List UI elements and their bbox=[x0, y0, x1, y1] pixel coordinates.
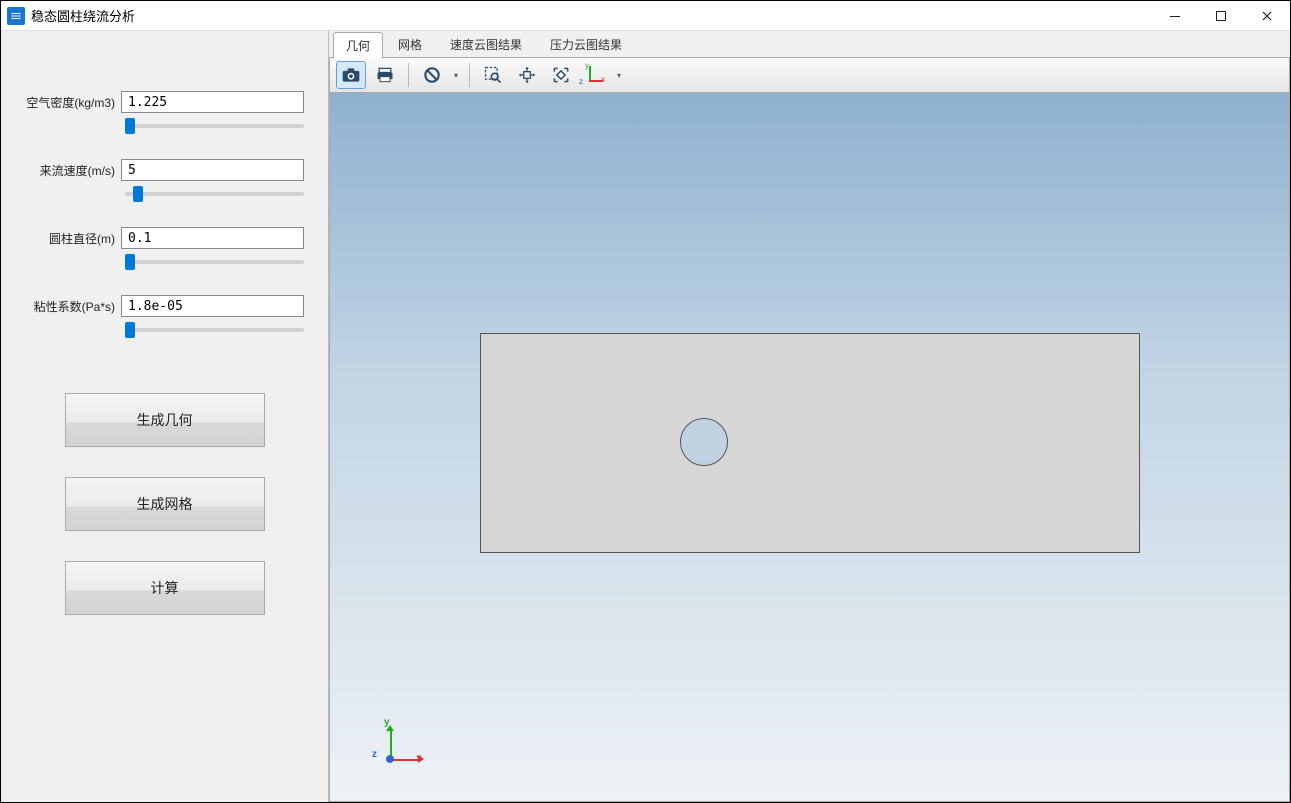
print-button[interactable] bbox=[370, 61, 400, 89]
generate-mesh-button[interactable]: 生成网格 bbox=[65, 477, 265, 531]
axis-x-label: x bbox=[416, 753, 422, 764]
fit-view-button[interactable] bbox=[546, 61, 576, 89]
generate-geometry-button[interactable]: 生成几何 bbox=[65, 393, 265, 447]
viscosity-label: 粘性系数(Pa*s) bbox=[25, 298, 121, 315]
viscosity-slider[interactable] bbox=[125, 328, 304, 332]
compute-button[interactable]: 计算 bbox=[65, 561, 265, 615]
prohibit-dropdown[interactable]: ▾ bbox=[451, 61, 461, 89]
window-title: 稳态圆柱绕流分析 bbox=[31, 6, 135, 25]
diameter-label: 圆柱直径(m) bbox=[25, 230, 121, 247]
axis-widget: x y z bbox=[380, 721, 430, 771]
prohibit-button[interactable] bbox=[417, 61, 447, 89]
axis-triad-icon: x y z bbox=[583, 63, 607, 87]
toolbar-separator bbox=[469, 63, 470, 87]
param-row-diameter: 圆柱直径(m) bbox=[25, 227, 304, 249]
velocity-label: 来流速度(m/s) bbox=[25, 162, 121, 179]
axis-z-label: z bbox=[372, 749, 377, 760]
pan-button[interactable] bbox=[512, 61, 542, 89]
viscosity-input[interactable] bbox=[121, 295, 304, 317]
domain-rectangle bbox=[480, 333, 1140, 553]
density-label: 空气密度(kg/m3) bbox=[25, 94, 121, 111]
density-input[interactable] bbox=[121, 91, 304, 113]
tab-geometry[interactable]: 几何 bbox=[333, 32, 383, 58]
titlebar: 稳态圆柱绕流分析 bbox=[1, 1, 1290, 31]
tab-mesh[interactable]: 网格 bbox=[385, 31, 435, 57]
axis-view-dropdown[interactable]: ▾ bbox=[614, 61, 624, 89]
axis-view-button[interactable]: x y z bbox=[580, 61, 610, 89]
toolbar: ▾ x y z ▾ bbox=[329, 57, 1290, 93]
camera-button[interactable] bbox=[336, 61, 366, 89]
density-slider[interactable] bbox=[125, 124, 304, 128]
toolbar-separator bbox=[408, 63, 409, 87]
cylinder-circle bbox=[680, 418, 728, 466]
param-row-velocity: 来流速度(m/s) bbox=[25, 159, 304, 181]
sidebar: 空气密度(kg/m3) 来流速度(m/s) 圆柱直径(m) 粘性系数(Pa*s) bbox=[1, 31, 329, 802]
close-button[interactable] bbox=[1244, 1, 1290, 31]
diameter-input[interactable] bbox=[121, 227, 304, 249]
axis-y-label: y bbox=[384, 717, 390, 728]
tabs: 几何 网格 速度云图结果 压力云图结果 bbox=[329, 31, 1290, 57]
main-panel: 几何 网格 速度云图结果 压力云图结果 ▾ bbox=[329, 31, 1290, 802]
param-row-viscosity: 粘性系数(Pa*s) bbox=[25, 295, 304, 317]
velocity-input[interactable] bbox=[121, 159, 304, 181]
diameter-slider[interactable] bbox=[125, 260, 304, 264]
maximize-button[interactable] bbox=[1198, 1, 1244, 31]
tab-pressure-result[interactable]: 压力云图结果 bbox=[537, 31, 635, 57]
viewport[interactable]: x y z bbox=[329, 93, 1290, 802]
app-icon bbox=[7, 7, 25, 25]
param-row-density: 空气密度(kg/m3) bbox=[25, 91, 304, 113]
velocity-slider[interactable] bbox=[125, 192, 304, 196]
zoom-area-button[interactable] bbox=[478, 61, 508, 89]
minimize-button[interactable] bbox=[1152, 1, 1198, 31]
tab-velocity-result[interactable]: 速度云图结果 bbox=[437, 31, 535, 57]
